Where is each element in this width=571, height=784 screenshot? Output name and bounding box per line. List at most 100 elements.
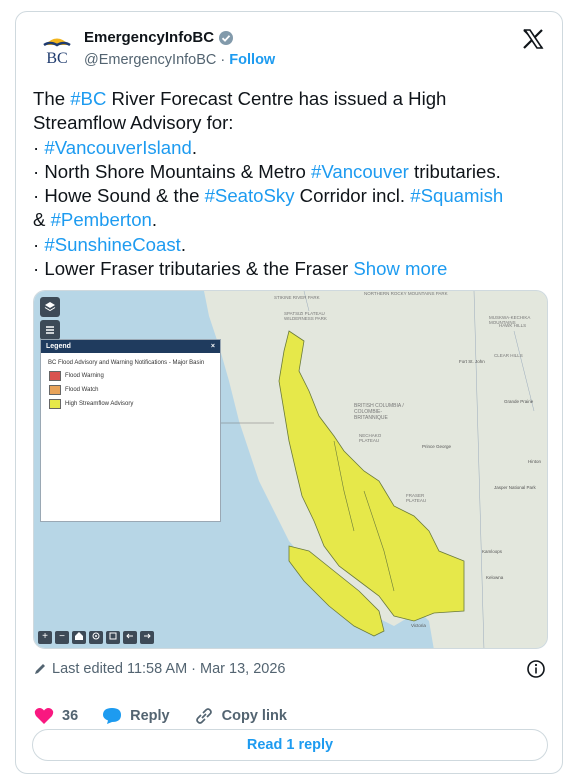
bc-logo-avatar[interactable]: BC <box>40 30 74 68</box>
arrow-right-icon <box>144 633 151 639</box>
account-name-row[interactable]: EmergencyInfoBC <box>84 29 234 46</box>
tweet-text-segment: tributaries. <box>408 160 501 182</box>
legend-header: Legend × <box>41 340 220 353</box>
tweet-text-line: Streamflow Advisory for: <box>33 111 553 135</box>
hashtag-link[interactable]: #Vancouver <box>311 161 409 182</box>
arrow-left-icon <box>126 633 133 639</box>
tweet-text-segment: . <box>151 209 158 231</box>
tweet-text-segment: · Lower Fraser tributaries & the Fraser <box>33 258 354 280</box>
tweet-text-line: The #BC River Forecast Centre has issued… <box>33 87 553 111</box>
map-label-hinton: Hinton <box>528 459 542 464</box>
reply-label[interactable]: Reply <box>130 708 170 724</box>
zoom-in-button[interactable]: + <box>38 631 52 644</box>
legend-toggle-button[interactable] <box>40 320 60 340</box>
logo-text: BC <box>46 50 67 67</box>
map-label-northern-rocky: NORTHERN ROCKY MOUNTAINS PARK <box>364 291 448 296</box>
legend-label: Flood Warning <box>65 373 104 379</box>
map-label-spatsizi: SPATSIZI PLATEAU WILDERNESS PARK <box>284 311 327 321</box>
action-bar: 36 Reply Copy link <box>34 707 311 725</box>
like-button[interactable]: 36 <box>34 707 78 725</box>
tweet-card: BC EmergencyInfoBC @EmergencyInfoBC · Fo… <box>15 11 563 774</box>
home-button[interactable] <box>72 631 86 644</box>
tweet-text-segment: . <box>191 136 198 158</box>
account-handle[interactable]: @EmergencyInfoBC <box>84 52 216 68</box>
hashtag-link[interactable]: #BC <box>70 88 106 109</box>
tweet-text-segment: · North Shore Mountains & Metro <box>33 160 311 182</box>
map-label-jasper: Jasper National Park <box>494 485 536 490</box>
fullscreen-button[interactable] <box>106 631 120 644</box>
account-name[interactable]: EmergencyInfoBC <box>84 29 214 46</box>
legend-item-flood-warning: Flood Warning <box>49 371 212 381</box>
tweet-text-segment: · Howe Sound & the <box>33 185 205 207</box>
map-label-bc: BRITISH COLUMBIA / COLOMBIE-BRITANNIQUE <box>354 403 404 421</box>
layers-icon <box>44 302 56 312</box>
map-image[interactable]: Legend × BC Flood Advisory and Warning N… <box>33 290 548 649</box>
separator: · <box>220 52 226 68</box>
tweet-text-line: · Lower Fraser tributaries & the Fraser … <box>33 257 553 281</box>
map-label-victoria: Victoria <box>411 623 426 628</box>
x-logo-icon[interactable] <box>522 28 544 50</box>
hashtag-link[interactable]: #VancouverIsland <box>44 137 191 158</box>
read-reply-button[interactable]: Read 1 reply <box>32 729 548 761</box>
tweet-text-line: · North Shore Mountains & Metro #Vancouv… <box>33 160 553 184</box>
legend-label: Flood Watch <box>65 387 99 393</box>
like-count: 36 <box>62 708 79 724</box>
reply-button[interactable]: Reply <box>102 707 170 725</box>
hashtag-link[interactable]: #SeatoSky <box>205 185 295 206</box>
locate-button[interactable] <box>89 631 103 644</box>
hashtag-link[interactable]: #Squamish <box>410 185 503 206</box>
map-label-kamloops: Kamloops <box>482 549 503 554</box>
tweet-text-segment: . <box>180 233 186 255</box>
map-label-stikine: STIKINE RIVER PARK <box>274 295 320 300</box>
tweet-text-segment: & <box>33 209 51 231</box>
map-label-clear-hills: CLEAR HILLS <box>494 353 523 358</box>
handle-row: @EmergencyInfoBC · Follow <box>84 52 275 68</box>
tweet-text-segment: · <box>33 233 45 255</box>
legend-heading: Legend <box>46 343 71 350</box>
back-button[interactable] <box>123 631 137 644</box>
fullscreen-icon <box>109 632 117 640</box>
hashtag-link[interactable]: #SunshineCoast <box>44 234 180 255</box>
show-more-link[interactable]: Show more <box>353 258 447 279</box>
legend-close-button[interactable]: × <box>211 343 215 350</box>
swatch-flood-warning <box>49 371 61 381</box>
tweet-text-segment: Streamflow Advisory for: <box>33 112 234 134</box>
map-legend: Legend × BC Flood Advisory and Warning N… <box>40 339 221 522</box>
copy-link-button[interactable]: Copy link <box>194 707 287 725</box>
legend-label: High Streamflow Advisory <box>65 401 134 407</box>
map-label-grande-prairie: Grande Prairie <box>504 399 534 404</box>
list-icon <box>46 326 54 334</box>
info-icon[interactable] <box>526 659 546 679</box>
forward-button[interactable] <box>140 631 154 644</box>
legend-item-high-streamflow: High Streamflow Advisory <box>49 399 212 409</box>
link-icon <box>195 708 212 724</box>
map-label-kelowna: Kelowna <box>486 575 504 580</box>
legend-title: BC Flood Advisory and Warning Notificati… <box>48 360 205 366</box>
layers-button[interactable] <box>40 297 60 317</box>
tweet-text: The #BC River Forecast Centre has issued… <box>33 87 553 281</box>
copy-link-label[interactable]: Copy link <box>222 708 287 724</box>
locate-icon <box>92 632 100 640</box>
edited-timestamp-row[interactable]: Last edited 11:58 AM · Mar 13, 2026 <box>33 661 286 677</box>
map-label-nechako: NECHAKO PLATEAU <box>359 433 382 443</box>
tweet-text-segment: Corridor incl. <box>294 185 411 207</box>
map-label-fort-st-john: Fort St. John <box>459 359 485 364</box>
follow-button[interactable]: Follow <box>229 52 275 68</box>
tweet-text-line: · Howe Sound & the #SeatoSky Corridor in… <box>33 184 553 208</box>
hashtag-link[interactable]: #Pemberton <box>51 209 152 230</box>
map-label-hawk-hills: HAWK HILLS <box>499 323 527 328</box>
map-controls: + − <box>38 631 154 644</box>
tweet-text-segment: The <box>33 88 71 109</box>
tweet-text-line: & #Pemberton. <box>33 208 553 232</box>
map-label-prince-george: Prince George <box>422 444 452 449</box>
tweet-text-line: · #VancouverIsland. <box>33 136 553 160</box>
verified-badge-icon <box>219 30 234 45</box>
tweet-text-line: · #SunshineCoast. <box>33 233 553 257</box>
zoom-out-button[interactable]: − <box>55 631 69 644</box>
edited-timestamp[interactable]: Last edited 11:58 AM · Mar 13, 2026 <box>52 661 286 677</box>
reply-bubble-icon <box>103 708 122 724</box>
map-label-fraser-plateau: FRASER PLATEAU <box>406 493 427 503</box>
edit-pencil-icon <box>35 664 45 674</box>
swatch-flood-watch <box>49 385 61 395</box>
tweet-text-segment: · <box>33 136 45 158</box>
